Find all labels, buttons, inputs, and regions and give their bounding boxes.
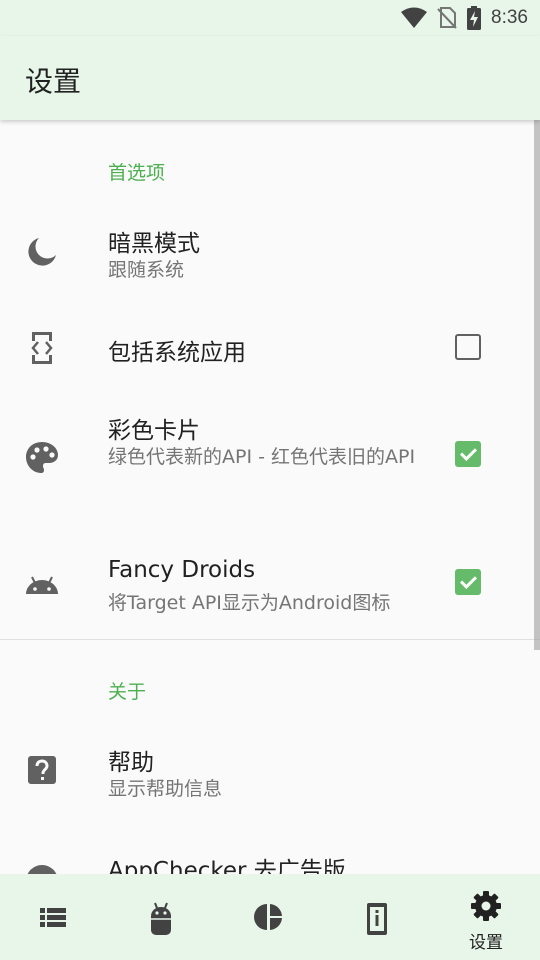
- device-info-icon: [367, 903, 387, 935]
- app-bar: 设置: [0, 36, 540, 120]
- colorful-cards-title: 彩色卡片: [108, 418, 200, 444]
- settings-list[interactable]: 首选项 暗黑模式 跟随系统 包括系统应用 彩色卡片 绿色代表新的API - 红色…: [0, 120, 540, 874]
- section-header-about: 关于: [108, 681, 147, 703]
- scrollbar[interactable]: [534, 120, 540, 650]
- palette-icon: [26, 442, 58, 473]
- system-app-icon: [31, 332, 53, 364]
- fancy-droids-checkbox[interactable]: [455, 569, 481, 595]
- help-icon: [28, 756, 56, 784]
- nav-item-statistics[interactable]: [216, 874, 324, 960]
- help-title: 帮助: [108, 750, 154, 776]
- dark-mode-summary: 跟随系统: [108, 259, 185, 281]
- fancy-droids-title: Fancy Droids: [108, 557, 256, 583]
- nav-item-list[interactable]: [0, 874, 108, 960]
- colorful-cards-summary: 绿色代表新的API - 红色代表旧的API: [108, 446, 416, 468]
- android-icon: [26, 576, 58, 594]
- setting-colorful-cards[interactable]: 彩色卡片 绿色代表新的API - 红色代表旧的API: [0, 395, 540, 530]
- ad-free-title: AppChecker 去广告版: [108, 858, 346, 874]
- bottom-navigation: 设置: [0, 874, 540, 960]
- status-time: 8:36: [491, 7, 528, 28]
- setting-dark-mode[interactable]: 暗黑模式 跟随系统: [0, 200, 540, 300]
- nav-item-device-info[interactable]: [324, 874, 432, 960]
- list-icon: [40, 908, 66, 927]
- moon-icon: [28, 238, 56, 266]
- status-icons: 8:36: [401, 6, 528, 30]
- setting-include-system-apps[interactable]: 包括系统应用: [0, 300, 540, 395]
- status-bar: 8:36: [0, 0, 540, 36]
- page-title: 设置: [25, 65, 82, 98]
- include-system-apps-title: 包括系统应用: [108, 340, 246, 366]
- nav-item-target-api[interactable]: [108, 874, 216, 960]
- help-summary: 显示帮助信息: [108, 778, 223, 800]
- nav-item-settings[interactable]: 设置: [432, 874, 540, 960]
- no-sim-icon: [437, 7, 457, 29]
- nav-label-settings: 设置: [469, 933, 503, 953]
- include-system-apps-checkbox[interactable]: [455, 334, 481, 360]
- section-header-preferences: 首选项: [108, 162, 166, 184]
- wifi-icon: [401, 7, 428, 28]
- setting-ad-free[interactable]: AppChecker 去广告版: [0, 830, 540, 874]
- dark-mode-title: 暗黑模式: [108, 231, 200, 257]
- settings-icon: [471, 891, 501, 921]
- android-icon: [151, 902, 171, 935]
- setting-fancy-droids[interactable]: Fancy Droids 将Target API显示为Android图标: [0, 530, 540, 638]
- fancy-droids-summary: 将Target API显示为Android图标: [108, 592, 391, 614]
- setting-help[interactable]: 帮助 显示帮助信息: [0, 720, 540, 830]
- pie-chart-icon: [254, 904, 282, 930]
- section-divider: [0, 639, 540, 640]
- info-icon: [27, 865, 57, 874]
- colorful-cards-checkbox[interactable]: [455, 441, 481, 467]
- battery-charging-icon: [467, 6, 482, 30]
